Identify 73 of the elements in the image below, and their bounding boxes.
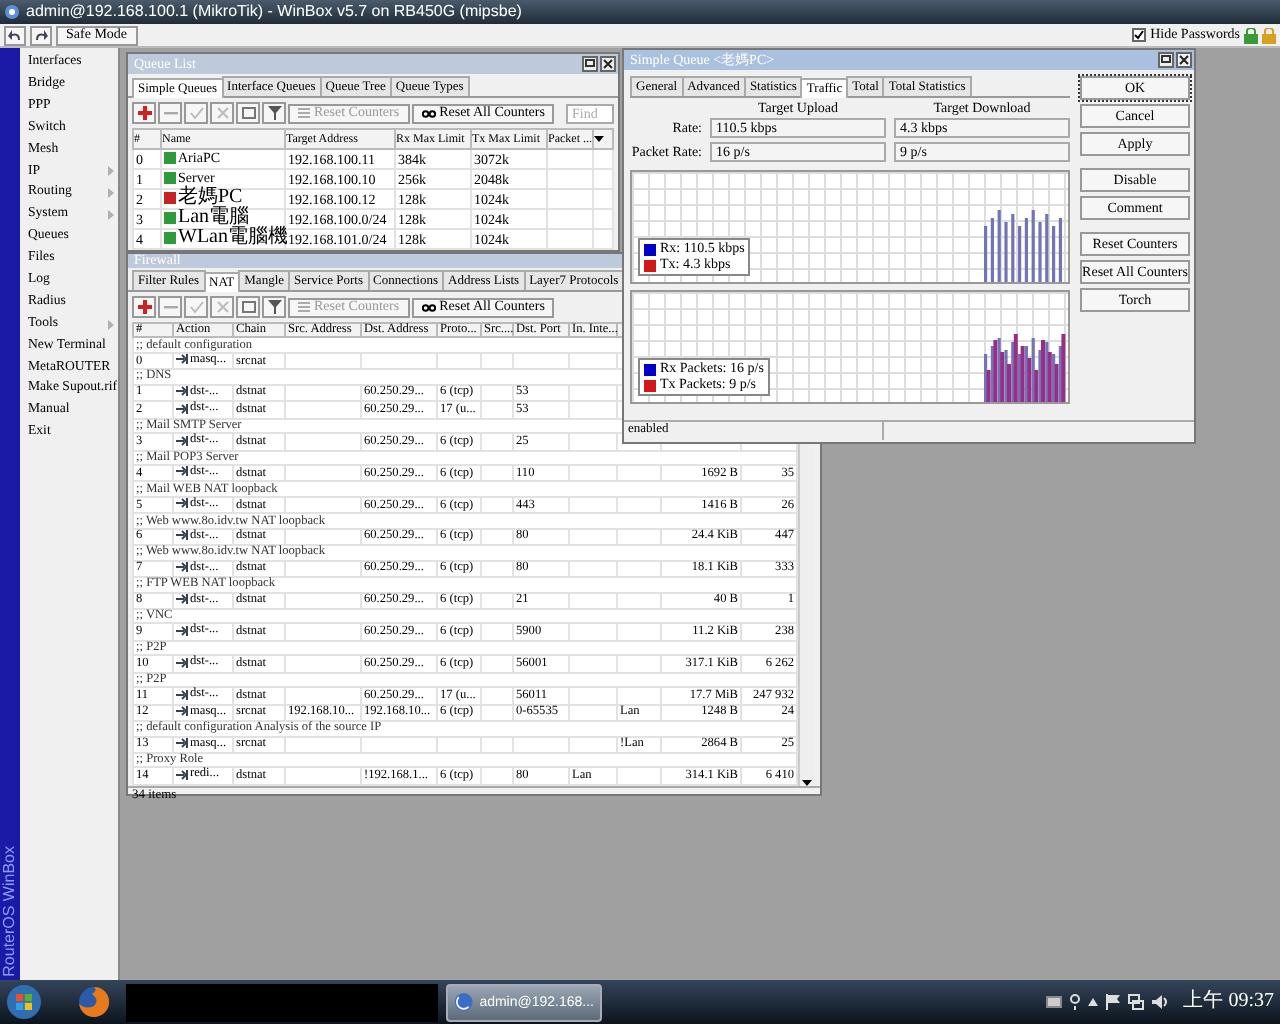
dropdown-arrow-icon[interactable] <box>594 135 604 142</box>
comment-button[interactable] <box>236 102 260 124</box>
list-icon <box>298 302 310 312</box>
list-icon <box>298 108 310 118</box>
enable-icon <box>189 106 203 120</box>
filter-button[interactable] <box>262 102 286 124</box>
help-icon <box>1069 994 1080 1010</box>
keyboard-icon <box>1045 996 1062 1008</box>
rule-action-icon <box>176 594 188 605</box>
add-icon <box>137 106 151 120</box>
redo-button[interactable] <box>30 25 52 45</box>
remove-icon <box>163 300 177 314</box>
rule-action-icon <box>176 354 188 365</box>
rule-action-icon <box>176 530 188 541</box>
scroll-down-icon <box>802 779 812 786</box>
enable-button[interactable] <box>184 102 208 124</box>
add-button[interactable] <box>132 102 156 124</box>
maximize-button[interactable] <box>1158 52 1174 68</box>
filter-icon <box>267 300 281 314</box>
close-button[interactable] <box>1176 52 1192 68</box>
lock-icon <box>1262 27 1276 43</box>
rule-action-icon <box>176 435 188 446</box>
start-button[interactable] <box>6 984 42 1020</box>
rule-action-icon <box>176 466 188 477</box>
remove-icon <box>163 106 177 120</box>
undo-button[interactable] <box>4 25 26 45</box>
rule-action-icon <box>176 769 188 780</box>
close-button[interactable] <box>600 56 616 72</box>
undo-icon <box>8 29 22 41</box>
app-icon <box>4 4 20 20</box>
comment-icon <box>241 106 255 120</box>
expand-tray-icon[interactable] <box>1087 998 1098 1006</box>
comment-button[interactable] <box>236 296 260 318</box>
remove-button[interactable] <box>158 102 182 124</box>
rule-action-icon <box>176 706 188 717</box>
network-icon[interactable] <box>1127 994 1144 1010</box>
check-icon <box>1134 30 1145 40</box>
lock-icon <box>1244 27 1258 43</box>
disable-icon <box>215 300 229 314</box>
flag-icon[interactable] <box>1105 994 1120 1010</box>
browser-icon[interactable] <box>78 986 110 1018</box>
clock-text[interactable]: 上午 09:37 <box>1183 992 1274 1012</box>
disable-button[interactable] <box>210 296 234 318</box>
filter-icon <box>267 106 281 120</box>
rule-action-icon <box>176 386 188 397</box>
rule-action-icon <box>176 403 188 414</box>
rule-action-icon <box>176 738 188 749</box>
speaker-icon[interactable] <box>1151 994 1168 1010</box>
brand-text: RouterOS WinBox <box>2 845 18 976</box>
table-cell: WLan電腦機 <box>178 230 288 246</box>
window-title: admin@192.168.100.1 (MikroTik) - WinBox v5.7 on RB450G (mipsbe) <box>26 4 522 20</box>
redo-icon <box>34 29 48 41</box>
rings-icon <box>421 109 436 117</box>
remove-button[interactable] <box>158 296 182 318</box>
rule-action-icon <box>176 498 188 509</box>
disable-button[interactable] <box>210 102 234 124</box>
enable-icon <box>189 300 203 314</box>
maximize-button[interactable] <box>582 56 598 72</box>
rings-icon <box>421 303 436 311</box>
add-button[interactable] <box>132 296 156 318</box>
table-cell: Lan電腦 <box>178 210 250 226</box>
comment-icon <box>241 300 255 314</box>
winbox-icon <box>454 990 474 1014</box>
rule-action-icon <box>176 562 188 573</box>
add-icon <box>137 300 151 314</box>
filter-button[interactable] <box>262 296 286 318</box>
rule-action-icon <box>176 689 188 700</box>
table-cell: 老媽PC <box>178 190 243 206</box>
checkbox[interactable] <box>1132 28 1147 42</box>
enable-button[interactable] <box>184 296 208 318</box>
disable-icon <box>215 106 229 120</box>
rule-action-icon <box>176 625 188 636</box>
rule-action-icon <box>176 657 188 668</box>
